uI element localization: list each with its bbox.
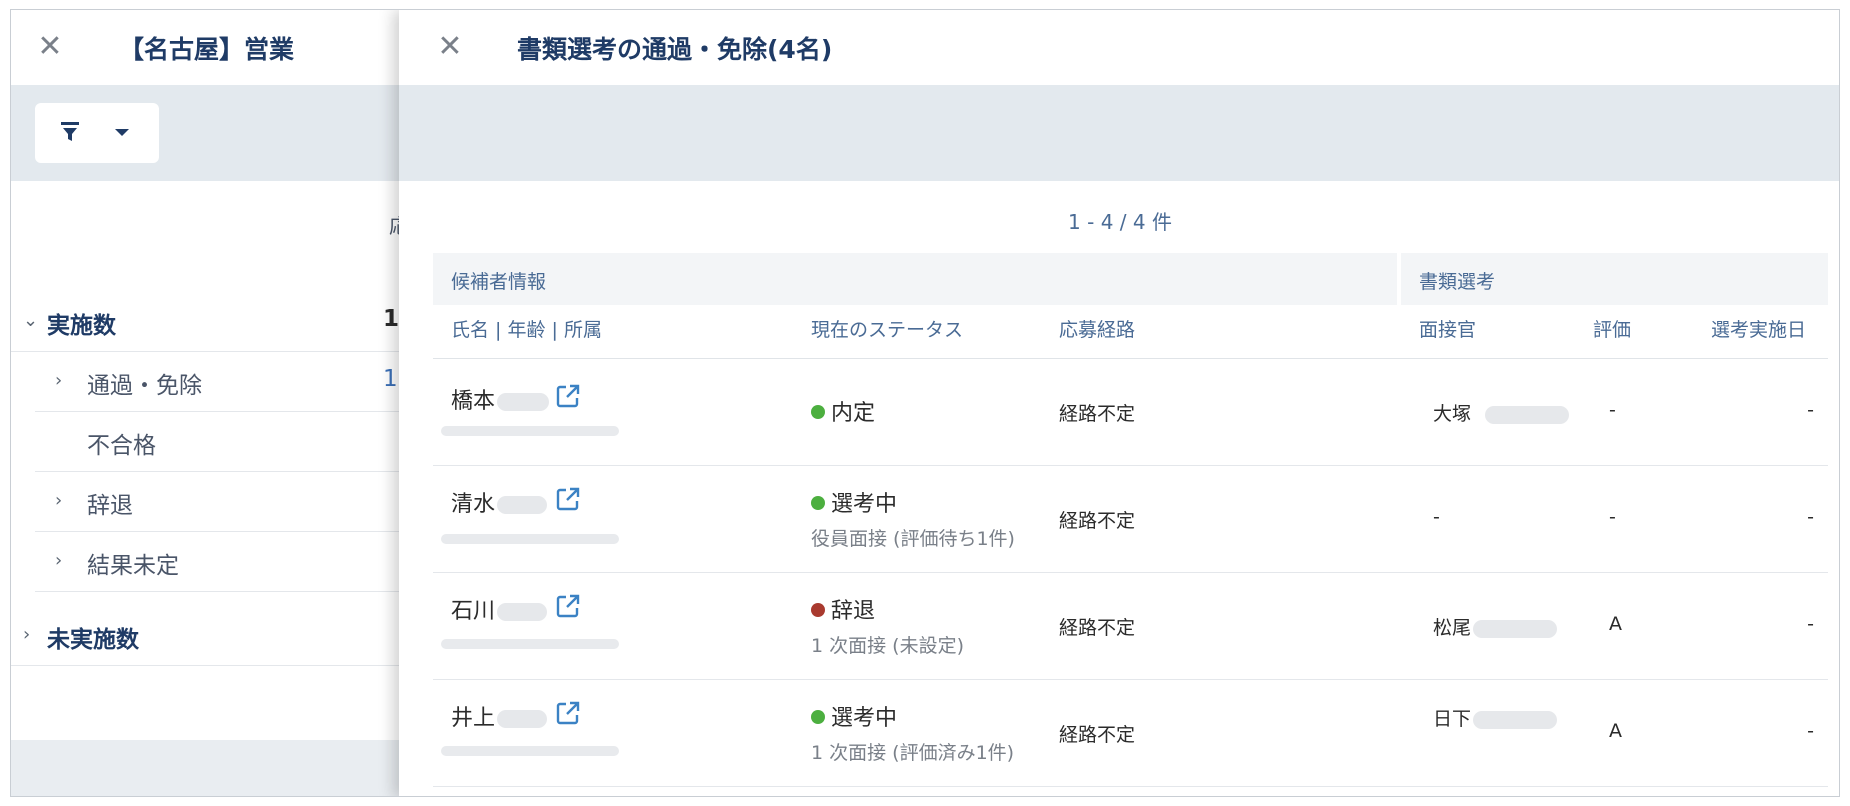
status-detail: 1 次面接 (評価済み1件) — [811, 742, 1015, 764]
left-row-undecided[interactable]: › 結果未定 — [35, 532, 411, 592]
modal-header: ✕ 書類選考の通過・免除(4名) — [399, 10, 1839, 85]
screening-date: - — [1807, 720, 1814, 742]
close-icon[interactable]: ✕ — [35, 32, 65, 62]
redacted-text — [497, 393, 550, 411]
candidate-name[interactable]: 清水 — [451, 486, 548, 518]
interviewer: - — [1433, 506, 1440, 528]
group-header-screening: 書類選考 — [1401, 253, 1828, 305]
close-icon[interactable]: ✕ — [435, 32, 465, 62]
left-row-not-implemented[interactable]: › 未実施数 — [11, 606, 411, 666]
left-row-label: 不合格 — [87, 433, 156, 459]
status-detail: 1 次面接 (未設定) — [811, 635, 964, 657]
left-row-passed[interactable]: › 通過・免除 1 — [35, 352, 411, 412]
rating: - — [1609, 399, 1616, 421]
chevron-right-icon: › — [55, 550, 63, 571]
interviewer: 日下 — [1433, 704, 1558, 731]
table-row[interactable]: 橋本 内定 経路不定 大塚 - - — [433, 359, 1828, 466]
application-route: 経路不定 — [1059, 510, 1136, 532]
table-row[interactable]: 井上 選考中 1 次面接 (評価済み1件) 経路不定 日下 A - — [433, 680, 1828, 787]
filter-button[interactable] — [35, 103, 159, 163]
column-header-name[interactable]: 氏名 | 年齢 | 所属 — [451, 315, 602, 342]
external-link-icon[interactable] — [555, 486, 581, 512]
chevron-down-icon — [115, 129, 129, 136]
redacted-text — [441, 639, 619, 649]
column-header-interviewer[interactable]: 面接官 — [1419, 315, 1476, 342]
external-link-icon[interactable] — [555, 700, 581, 726]
redacted-text — [1485, 405, 1570, 424]
rating: A — [1609, 613, 1622, 635]
left-row-label: 未実施数 — [47, 627, 139, 653]
redacted-text — [497, 710, 548, 728]
redacted-text — [497, 603, 548, 621]
chevron-down-icon: ⌄ — [23, 310, 39, 331]
app-frame: ✕ 【名古屋】営業 応 ⌄ 実施数 1( › 通過・免除 1 不合格 — [10, 9, 1840, 797]
redacted-text — [441, 534, 619, 544]
candidate-name[interactable]: 橋本 — [451, 383, 550, 415]
status-badge: 辞退 — [811, 593, 875, 625]
left-panel-title: 【名古屋】営業 — [119, 35, 295, 64]
redacted-text — [1473, 619, 1558, 638]
left-panel: ✕ 【名古屋】営業 応 ⌄ 実施数 1( › 通過・免除 1 不合格 — [11, 10, 411, 796]
column-header-status[interactable]: 現在のステータス — [811, 315, 963, 342]
left-row-value: 1 — [383, 366, 398, 392]
pagination-count: 1 - 4 / 4 件 — [1068, 210, 1172, 234]
left-row-failed[interactable]: 不合格 — [35, 412, 411, 472]
table-row[interactable]: 石川 辞退 1 次面接 (未設定) 経路不定 松尾 A - — [433, 573, 1828, 680]
application-route: 経路不定 — [1059, 403, 1136, 425]
left-row-implemented[interactable]: ⌄ 実施数 1( — [11, 292, 411, 352]
modal-title: 書類選考の通過・免除(4名) — [517, 35, 833, 64]
candidate-name[interactable]: 石川 — [451, 593, 548, 625]
rating: A — [1609, 720, 1622, 742]
redacted-text — [1473, 710, 1558, 729]
modal-toolbar-band — [399, 85, 1839, 181]
column-header-rating[interactable]: 評価 — [1593, 315, 1631, 342]
candidate-list-modal: ✕ 書類選考の通過・免除(4名) 1 - 4 / 4 件 候補者情報 書類選考 … — [399, 10, 1839, 796]
status-badge: 内定 — [811, 395, 875, 427]
status-badge: 選考中 — [811, 486, 897, 518]
chevron-right-icon: › — [23, 624, 31, 645]
chevron-right-icon: › — [55, 490, 63, 511]
left-row-label: 辞退 — [87, 493, 133, 519]
group-header-candidate: 候補者情報 — [433, 253, 1397, 305]
redacted-text — [497, 496, 548, 514]
left-row-label: 通過・免除 — [87, 373, 202, 399]
interviewer: 松尾 — [1433, 613, 1558, 640]
left-panel-footer — [11, 740, 411, 796]
redacted-text — [441, 426, 619, 436]
application-route: 経路不定 — [1059, 724, 1136, 746]
left-row-label: 実施数 — [47, 313, 116, 339]
screening-date: - — [1807, 399, 1814, 421]
redacted-text — [441, 746, 619, 756]
application-route: 経路不定 — [1059, 617, 1136, 639]
candidate-name[interactable]: 井上 — [451, 700, 548, 732]
external-link-icon[interactable] — [555, 593, 581, 619]
external-link-icon[interactable] — [555, 383, 581, 409]
left-row-declined[interactable]: › 辞退 — [35, 472, 411, 532]
left-panel-header: ✕ 【名古屋】営業 — [11, 10, 411, 85]
filter-bar — [11, 85, 411, 181]
left-row-label: 結果未定 — [87, 553, 179, 579]
column-header-date[interactable]: 選考実施日 — [1711, 315, 1806, 342]
status-badge: 選考中 — [811, 700, 897, 732]
screening-date: - — [1807, 613, 1814, 635]
screening-date: - — [1807, 506, 1814, 528]
table-row[interactable]: 清水 選考中 役員面接 (評価待ち1件) 経路不定 - - - — [433, 466, 1828, 573]
column-header-route[interactable]: 応募経路 — [1059, 315, 1135, 342]
status-detail: 役員面接 (評価待ち1件) — [811, 528, 1015, 550]
chevron-right-icon: › — [55, 370, 63, 391]
rating: - — [1609, 506, 1616, 528]
filter-icon — [61, 122, 79, 141]
interviewer: 大塚 — [1433, 399, 1570, 426]
